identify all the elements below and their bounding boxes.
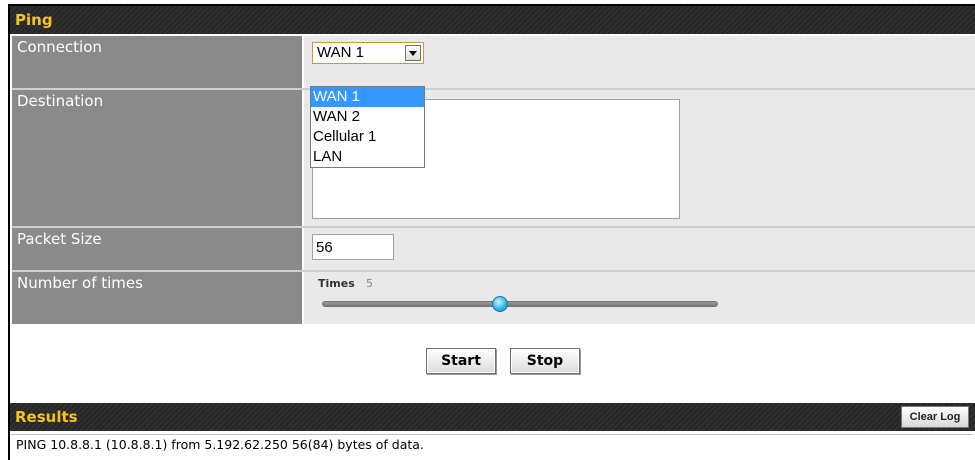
connection-value-cell: WAN 1 bbox=[304, 36, 975, 88]
log-divider bbox=[10, 434, 973, 435]
start-button[interactable]: Start bbox=[426, 348, 496, 374]
results-header: Results Clear Log bbox=[10, 403, 975, 431]
number-of-times-label: Number of times bbox=[12, 272, 302, 324]
ping-title: Ping bbox=[15, 11, 53, 29]
destination-row: Destination bbox=[12, 90, 975, 226]
dropdown-option[interactable]: WAN 2 bbox=[311, 107, 424, 127]
dropdown-option[interactable]: Cellular 1 bbox=[311, 127, 424, 147]
chevron-down-icon[interactable] bbox=[405, 45, 421, 61]
times-slider-label: Times bbox=[318, 277, 355, 290]
ping-header: Ping bbox=[10, 6, 975, 34]
connection-select[interactable]: WAN 1 bbox=[312, 42, 424, 64]
destination-label: Destination bbox=[12, 90, 302, 226]
times-slider-track[interactable] bbox=[322, 296, 718, 312]
connection-dropdown-list: WAN 1 WAN 2 Cellular 1 LAN bbox=[310, 86, 425, 168]
stop-button[interactable]: Stop bbox=[510, 348, 580, 374]
times-slider-value: 5 bbox=[366, 277, 373, 290]
packet-size-label: Packet Size bbox=[12, 228, 302, 270]
connection-label: Connection bbox=[12, 36, 302, 88]
results-title: Results bbox=[15, 408, 78, 426]
ping-panel: Ping Connection WAN 1 Destination Packet… bbox=[8, 4, 975, 460]
packet-size-row: Packet Size 56 bbox=[12, 228, 975, 270]
times-slider-handle[interactable] bbox=[492, 296, 509, 312]
connection-selected-value: WAN 1 bbox=[317, 44, 364, 61]
number-of-times-value-cell: Times 5 bbox=[304, 272, 975, 324]
dropdown-option[interactable]: LAN bbox=[311, 147, 424, 167]
number-of-times-row: Number of times Times 5 bbox=[12, 272, 975, 324]
connection-row: Connection WAN 1 bbox=[12, 36, 975, 88]
packet-size-input[interactable]: 56 bbox=[312, 234, 394, 260]
clear-log-button[interactable]: Clear Log bbox=[901, 406, 969, 428]
dropdown-option[interactable]: WAN 1 bbox=[311, 87, 424, 107]
packet-size-value-cell: 56 bbox=[304, 228, 975, 270]
results-log-line: PING 10.8.8.1 (10.8.8.1) from 5.192.62.2… bbox=[16, 437, 424, 452]
